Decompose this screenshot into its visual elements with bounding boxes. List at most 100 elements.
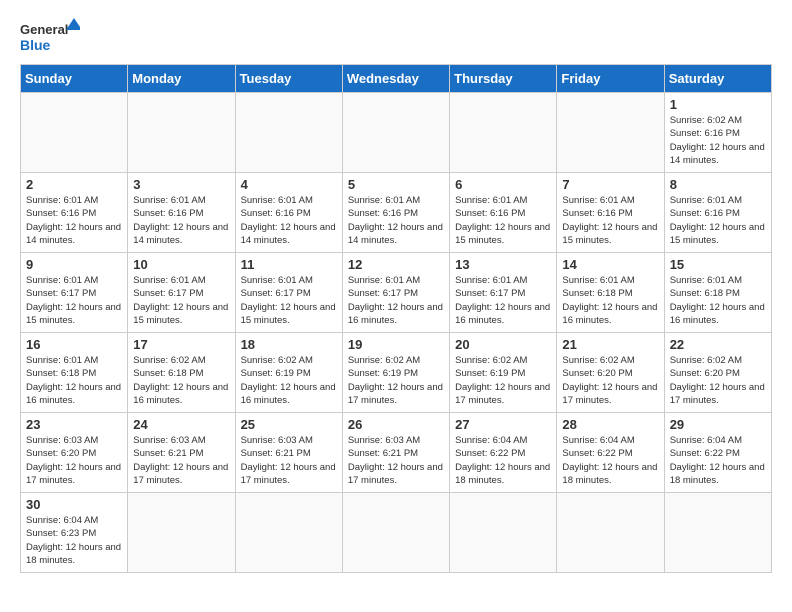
day-number: 7 [562,177,658,192]
week-row-1: 1 Sunrise: 6:02 AM Sunset: 6:16 PM Daylig… [21,93,772,173]
day-number: 19 [348,337,444,352]
header-wednesday: Wednesday [342,65,449,93]
day-info: Sunrise: 6:01 AM Sunset: 6:16 PM Dayligh… [562,194,658,247]
day-info: Sunrise: 6:04 AM Sunset: 6:22 PM Dayligh… [562,434,658,487]
day-cell: 4Sunrise: 6:01 AM Sunset: 6:16 PM Daylig… [235,173,342,253]
day-cell [557,493,664,573]
calendar-header-row: SundayMondayTuesdayWednesdayThursdayFrid… [21,65,772,93]
day-info: Sunrise: 6:02 AM Sunset: 6:20 PM Dayligh… [670,354,766,407]
day-cell [128,93,235,173]
day-info: Sunrise: 6:02 AM Sunset: 6:16 PM Dayligh… [670,114,766,167]
day-number: 3 [133,177,229,192]
day-number: 11 [241,257,337,272]
day-info: Sunrise: 6:01 AM Sunset: 6:17 PM Dayligh… [455,274,551,327]
week-row-6: 30Sunrise: 6:04 AM Sunset: 6:23 PM Dayli… [21,493,772,573]
day-number: 16 [26,337,122,352]
day-number: 26 [348,417,444,432]
day-info: Sunrise: 6:02 AM Sunset: 6:19 PM Dayligh… [348,354,444,407]
header: General Blue [20,16,772,56]
day-info: Sunrise: 6:04 AM Sunset: 6:22 PM Dayligh… [455,434,551,487]
day-number: 2 [26,177,122,192]
day-number: 17 [133,337,229,352]
day-info: Sunrise: 6:01 AM Sunset: 6:16 PM Dayligh… [348,194,444,247]
day-info: Sunrise: 6:02 AM Sunset: 6:18 PM Dayligh… [133,354,229,407]
day-number: 5 [348,177,444,192]
day-cell: 25 Sunrise: 6:03 AM Sunset: 6:21 PM Dayli… [235,413,342,493]
day-cell: 14 Sunrise: 6:01 AM Sunset: 6:18 PM Dayli… [557,253,664,333]
day-info: Sunrise: 6:03 AM Sunset: 6:21 PM Dayligh… [348,434,444,487]
day-cell: 5 Sunrise: 6:01 AM Sunset: 6:16 PM Daylig… [342,173,449,253]
header-friday: Friday [557,65,664,93]
day-cell: 6Sunrise: 6:01 AM Sunset: 6:16 PM Daylig… [450,173,557,253]
day-cell: 26 Sunrise: 6:03 AM Sunset: 6:21 PM Dayli… [342,413,449,493]
day-number: 21 [562,337,658,352]
day-cell: 7 Sunrise: 6:01 AM Sunset: 6:16 PM Daylig… [557,173,664,253]
day-number: 23 [26,417,122,432]
day-cell [450,93,557,173]
day-number: 27 [455,417,551,432]
day-number: 22 [670,337,766,352]
day-cell [128,493,235,573]
header-tuesday: Tuesday [235,65,342,93]
day-cell: 12Sunrise: 6:01 AM Sunset: 6:17 PM Dayli… [342,253,449,333]
header-saturday: Saturday [664,65,771,93]
header-sunday: Sunday [21,65,128,93]
day-info: Sunrise: 6:03 AM Sunset: 6:20 PM Dayligh… [26,434,122,487]
day-number: 14 [562,257,658,272]
day-cell [664,493,771,573]
day-info: Sunrise: 6:02 AM Sunset: 6:20 PM Dayligh… [562,354,658,407]
day-info: Sunrise: 6:01 AM Sunset: 6:16 PM Dayligh… [26,194,122,247]
day-info: Sunrise: 6:01 AM Sunset: 6:17 PM Dayligh… [348,274,444,327]
day-number: 10 [133,257,229,272]
day-cell [235,93,342,173]
svg-text:Blue: Blue [20,37,51,53]
logo: General Blue [20,16,80,56]
day-info: Sunrise: 6:01 AM Sunset: 6:18 PM Dayligh… [670,274,766,327]
day-info: Sunrise: 6:02 AM Sunset: 6:19 PM Dayligh… [241,354,337,407]
day-info: Sunrise: 6:01 AM Sunset: 6:17 PM Dayligh… [26,274,122,327]
day-cell: 27 Sunrise: 6:04 AM Sunset: 6:22 PM Dayli… [450,413,557,493]
day-number: 4 [241,177,337,192]
day-info: Sunrise: 6:01 AM Sunset: 6:17 PM Dayligh… [241,274,337,327]
day-info: Sunrise: 6:01 AM Sunset: 6:16 PM Dayligh… [670,194,766,247]
day-cell: 16 Sunrise: 6:01 AM Sunset: 6:18 PM Dayli… [21,333,128,413]
day-number: 9 [26,257,122,272]
day-number: 13 [455,257,551,272]
day-info: Sunrise: 6:01 AM Sunset: 6:17 PM Dayligh… [133,274,229,327]
day-cell: 8Sunrise: 6:01 AM Sunset: 6:16 PM Daylig… [664,173,771,253]
day-cell: 28 Sunrise: 6:04 AM Sunset: 6:22 PM Dayli… [557,413,664,493]
day-info: Sunrise: 6:03 AM Sunset: 6:21 PM Dayligh… [241,434,337,487]
week-row-2: 2 Sunrise: 6:01 AM Sunset: 6:16 PM Daylig… [21,173,772,253]
week-row-5: 23 Sunrise: 6:03 AM Sunset: 6:20 PM Dayli… [21,413,772,493]
day-info: Sunrise: 6:01 AM Sunset: 6:16 PM Dayligh… [133,194,229,247]
day-cell: 29Sunrise: 6:04 AM Sunset: 6:22 PM Dayli… [664,413,771,493]
calendar: SundayMondayTuesdayWednesdayThursdayFrid… [20,64,772,573]
day-cell: 18 Sunrise: 6:02 AM Sunset: 6:19 PM Dayli… [235,333,342,413]
header-monday: Monday [128,65,235,93]
day-cell: 11 Sunrise: 6:01 AM Sunset: 6:17 PM Dayli… [235,253,342,333]
day-cell [235,493,342,573]
day-number: 30 [26,497,122,512]
day-number: 18 [241,337,337,352]
day-number: 20 [455,337,551,352]
day-info: Sunrise: 6:01 AM Sunset: 6:18 PM Dayligh… [562,274,658,327]
day-cell: 22 Sunrise: 6:02 AM Sunset: 6:20 PM Dayli… [664,333,771,413]
day-number: 1 [670,97,766,112]
week-row-4: 16 Sunrise: 6:01 AM Sunset: 6:18 PM Dayli… [21,333,772,413]
day-cell: 19 Sunrise: 6:02 AM Sunset: 6:19 PM Dayli… [342,333,449,413]
day-number: 29 [670,417,766,432]
day-cell: 2 Sunrise: 6:01 AM Sunset: 6:16 PM Daylig… [21,173,128,253]
day-cell: 21 Sunrise: 6:02 AM Sunset: 6:20 PM Dayli… [557,333,664,413]
day-cell [342,493,449,573]
day-cell: 13 Sunrise: 6:01 AM Sunset: 6:17 PM Dayli… [450,253,557,333]
day-info: Sunrise: 6:01 AM Sunset: 6:18 PM Dayligh… [26,354,122,407]
day-cell: 30Sunrise: 6:04 AM Sunset: 6:23 PM Dayli… [21,493,128,573]
day-info: Sunrise: 6:01 AM Sunset: 6:16 PM Dayligh… [455,194,551,247]
day-number: 25 [241,417,337,432]
day-info: Sunrise: 6:03 AM Sunset: 6:21 PM Dayligh… [133,434,229,487]
day-cell [450,493,557,573]
day-number: 15 [670,257,766,272]
day-cell: 9 Sunrise: 6:01 AM Sunset: 6:17 PM Daylig… [21,253,128,333]
day-cell: 10 Sunrise: 6:01 AM Sunset: 6:17 PM Dayli… [128,253,235,333]
day-number: 28 [562,417,658,432]
